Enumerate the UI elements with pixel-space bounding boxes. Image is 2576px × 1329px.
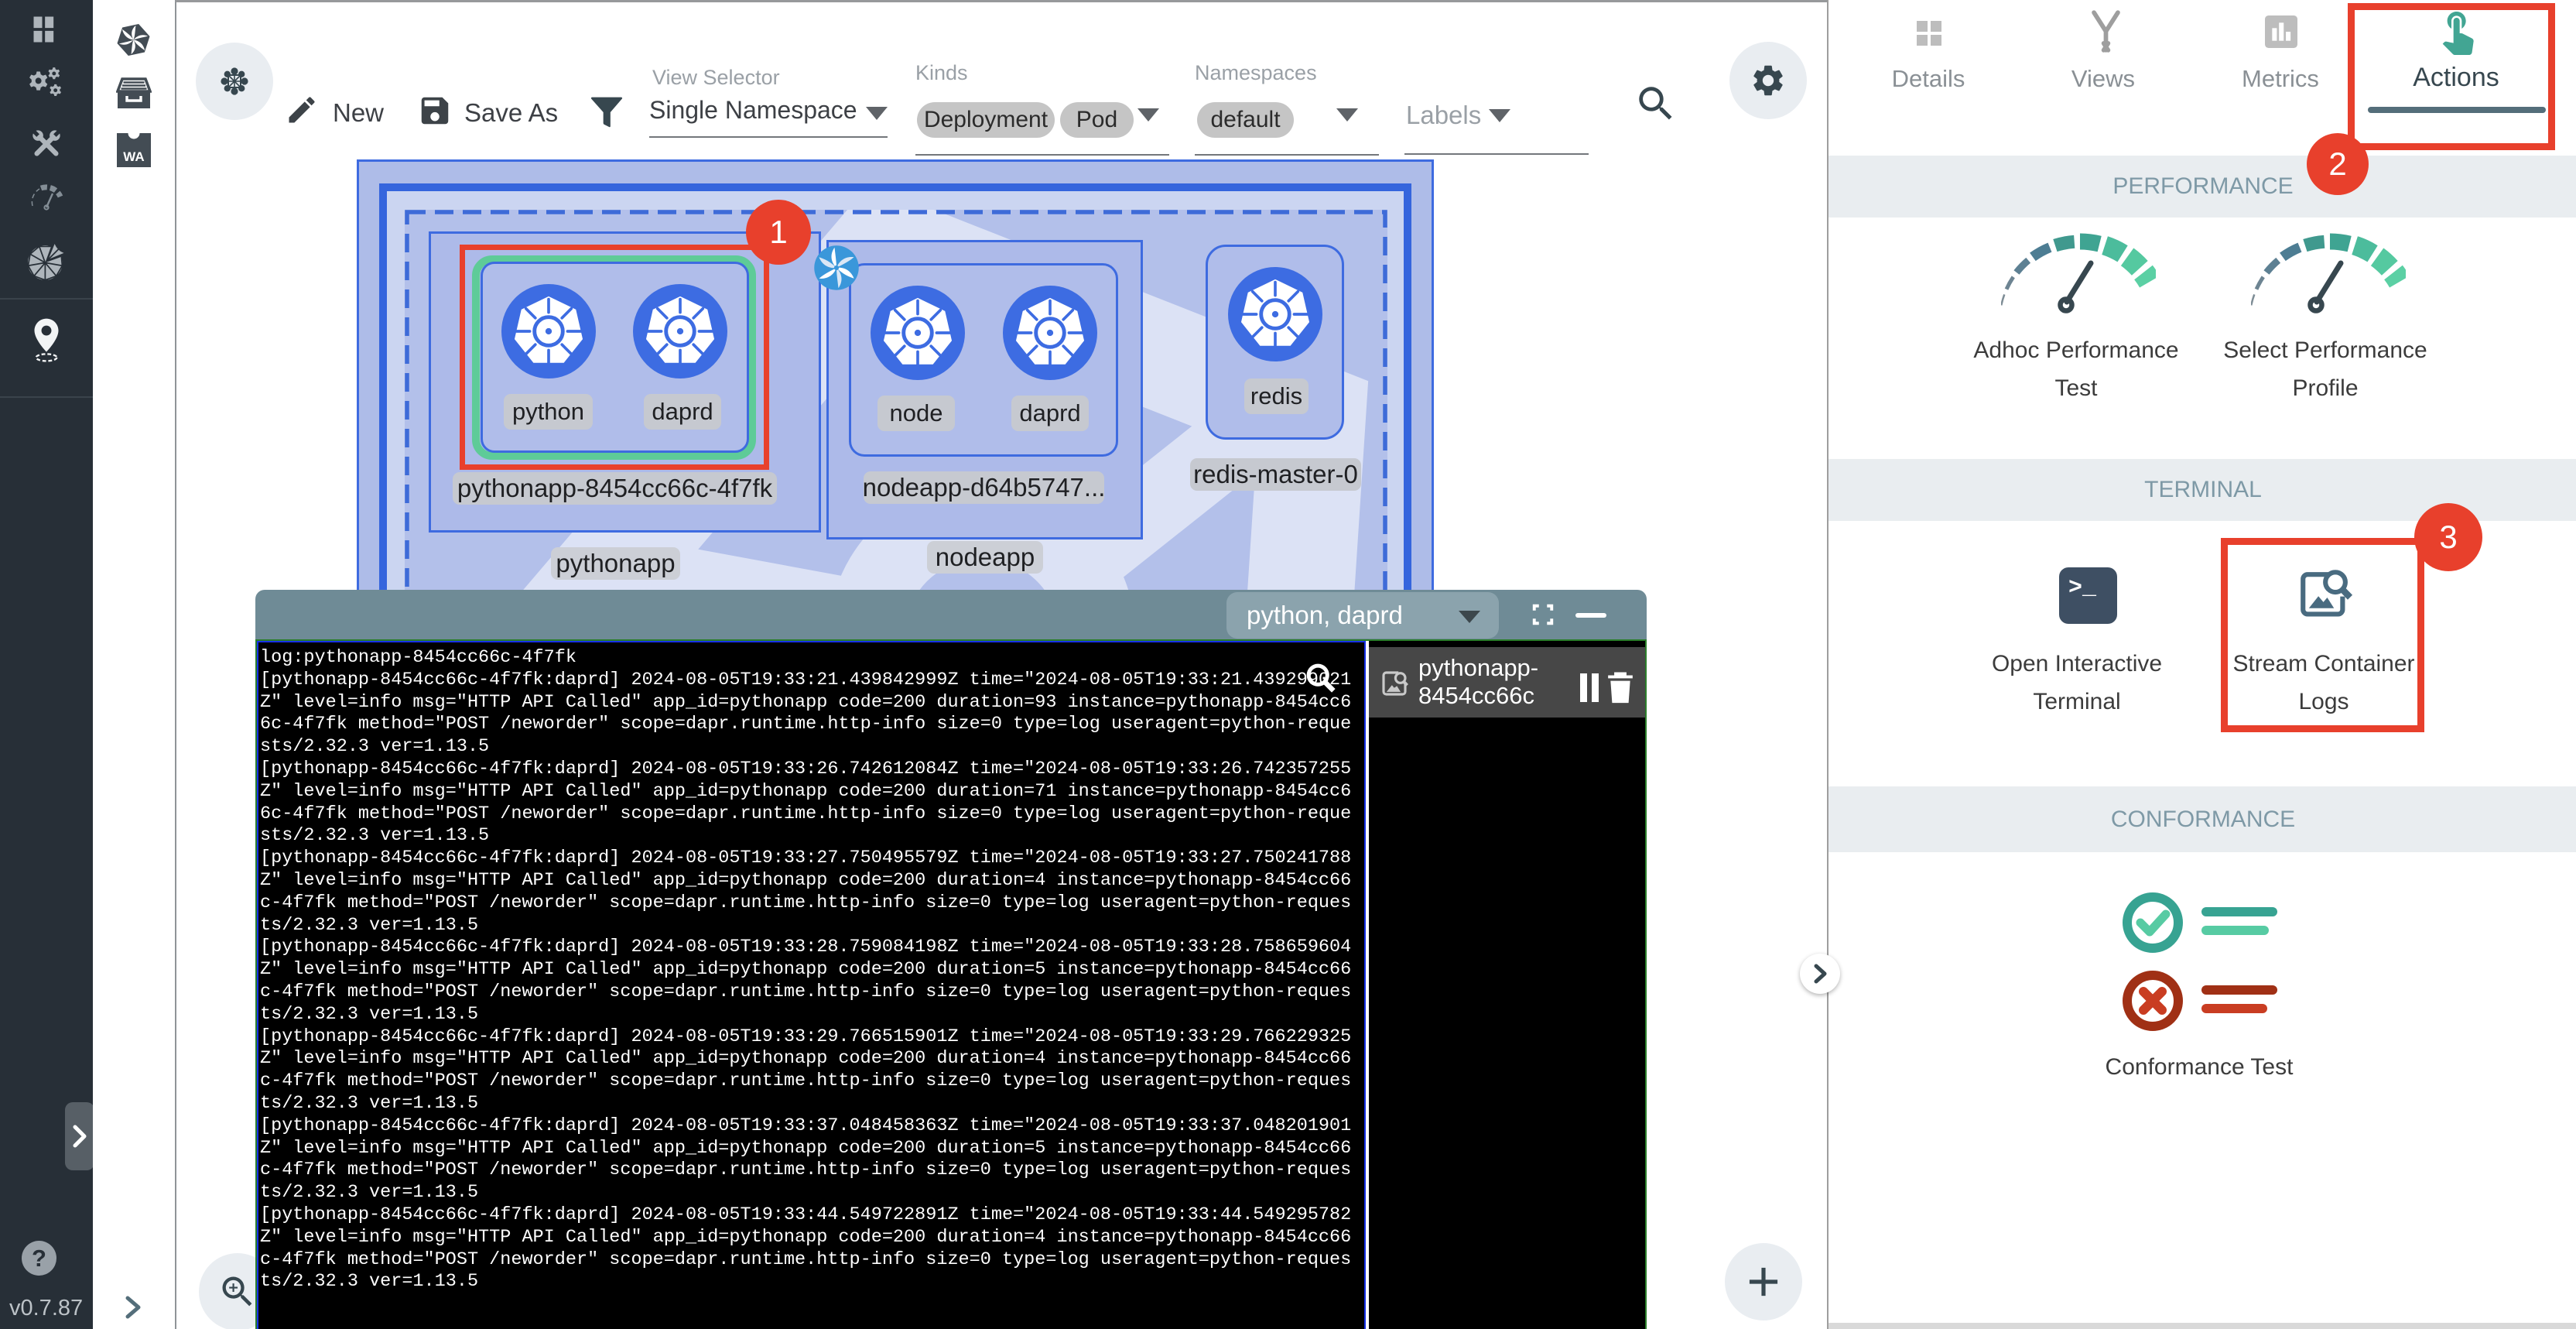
svg-text:WA: WA	[123, 149, 144, 164]
